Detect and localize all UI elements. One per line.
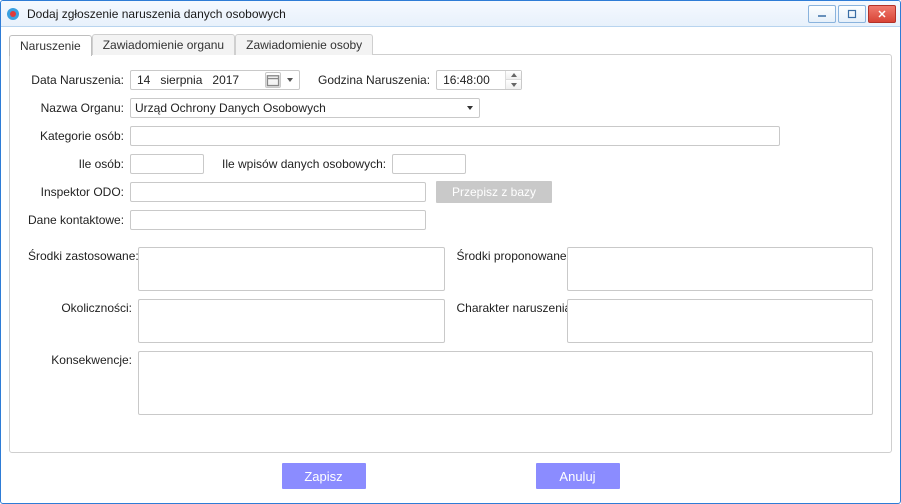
tab-panel-naruszenie: Data Naruszenia: 14 sierpnia 2017 Godzin…	[9, 54, 892, 453]
circumstances-label: Okoliczności:	[28, 299, 138, 315]
window-title: Dodaj zgłoszenie naruszenia danych osobo…	[27, 7, 808, 21]
authority-label: Nazwa Organu:	[28, 101, 130, 115]
chevron-down-icon[interactable]	[462, 100, 478, 116]
authority-input[interactable]	[130, 98, 480, 118]
consequences-label: Konsekwencje:	[28, 351, 138, 367]
contact-input[interactable]	[130, 210, 426, 230]
maximize-button[interactable]	[838, 5, 866, 23]
people-count-input[interactable]	[130, 154, 204, 174]
copy-from-db-button[interactable]: Przepisz z bazy	[436, 181, 552, 203]
categories-input[interactable]	[130, 126, 780, 146]
close-button[interactable]	[868, 5, 896, 23]
time-spinner[interactable]	[505, 71, 521, 89]
inspector-label: Inspektor ODO:	[28, 185, 130, 199]
proposed-textarea[interactable]	[567, 247, 874, 291]
time-value: 16:48:00	[437, 73, 505, 87]
records-count-input[interactable]	[392, 154, 466, 174]
date-label: Data Naruszenia:	[28, 73, 130, 87]
date-year: 2017	[212, 73, 239, 87]
contact-label: Dane kontaktowe:	[28, 213, 130, 227]
time-picker[interactable]: 16:48:00	[436, 70, 522, 90]
window-controls	[808, 5, 896, 23]
calendar-icon[interactable]	[265, 72, 281, 88]
client-area: Naruszenie Zawiadomienie organu Zawiadom…	[1, 27, 900, 503]
applied-label: Środki zastosowane:	[28, 247, 138, 263]
tab-naruszenie[interactable]: Naruszenie	[9, 35, 92, 56]
applied-textarea[interactable]	[138, 247, 445, 291]
date-picker[interactable]: 14 sierpnia 2017	[130, 70, 300, 90]
app-icon	[5, 6, 21, 22]
circumstances-textarea[interactable]	[138, 299, 445, 343]
nature-textarea[interactable]	[567, 299, 874, 343]
date-month: sierpnia	[160, 73, 202, 87]
spin-down-icon[interactable]	[506, 80, 521, 89]
date-dropdown-icon[interactable]	[283, 76, 297, 84]
cancel-button[interactable]: Anuluj	[536, 463, 620, 489]
proposed-label: Środki proponowane:	[457, 247, 567, 263]
consequences-textarea[interactable]	[138, 351, 873, 415]
tab-strip: Naruszenie Zawiadomienie organu Zawiadom…	[9, 33, 892, 55]
time-label: Godzina Naruszenia:	[300, 73, 436, 87]
titlebar[interactable]: Dodaj zgłoszenie naruszenia danych osobo…	[1, 1, 900, 27]
authority-combo[interactable]	[130, 98, 480, 118]
spin-up-icon[interactable]	[506, 71, 521, 80]
records-count-label: Ile wpisów danych osobowych:	[204, 157, 392, 171]
window-frame: Dodaj zgłoszenie naruszenia danych osobo…	[0, 0, 901, 504]
nature-label: Charakter naruszenia:	[457, 299, 567, 315]
dialog-footer: Zapisz Anuluj	[9, 453, 892, 495]
save-button[interactable]: Zapisz	[282, 463, 366, 489]
people-count-label: Ile osób:	[28, 157, 130, 171]
tab-zawiadomienie-organu[interactable]: Zawiadomienie organu	[92, 34, 235, 55]
minimize-button[interactable]	[808, 5, 836, 23]
categories-label: Kategorie osób:	[28, 129, 130, 143]
inspector-input[interactable]	[130, 182, 426, 202]
date-day: 14	[137, 73, 150, 87]
tab-zawiadomienie-osoby[interactable]: Zawiadomienie osoby	[235, 34, 373, 55]
